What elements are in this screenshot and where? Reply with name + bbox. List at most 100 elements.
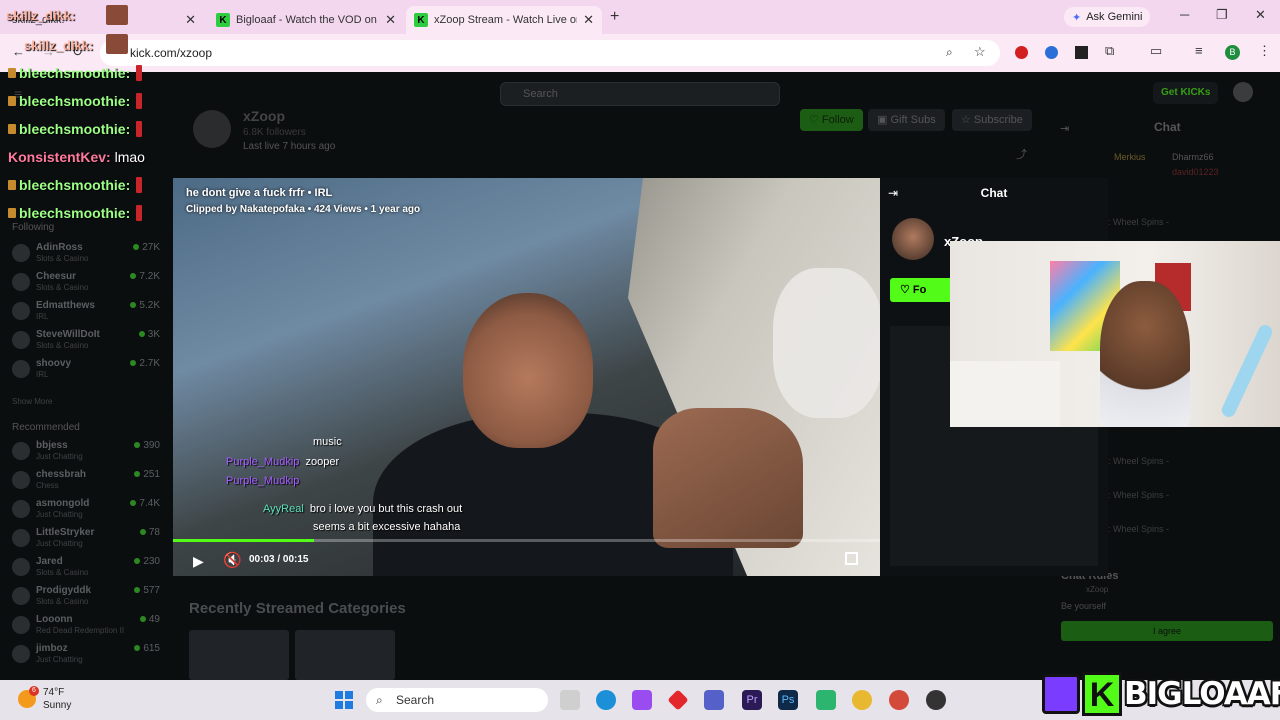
app-green-icon[interactable] [816, 690, 836, 710]
sidebar-channel[interactable]: Prodigyddk Slots & Casino 577 [12, 585, 160, 611]
channel-category: Slots & Casino [36, 254, 89, 263]
sidebar-channel[interactable]: Jared Slots & Casino 230 [12, 556, 160, 582]
sidebar-channel[interactable]: bbjess Just Chatting 390 [12, 440, 160, 466]
chat-message: : Wheel Spins - [1108, 524, 1170, 534]
play-icon[interactable]: ▶ [193, 553, 204, 570]
sidepanel-icon[interactable]: ▭ [1150, 43, 1162, 59]
browser-tab-bar: skillz_dikk: ✕ K Bigloaaf - Watch the VO… [0, 0, 1280, 34]
more-menu-icon[interactable]: ⋮ [1258, 43, 1271, 59]
clip-title: he dont give a fuck frfr • IRL [186, 187, 333, 199]
profile-avatar[interactable]: B [1225, 45, 1240, 60]
kick-favicon-icon: K [216, 13, 230, 27]
user-avatar[interactable] [1233, 82, 1253, 102]
page-chat-title: Chat [1154, 120, 1181, 134]
top-gifter: Merkius [1114, 152, 1146, 162]
category-thumbnail[interactable] [295, 630, 395, 680]
new-tab-button[interactable]: + [610, 8, 619, 26]
avatar [12, 616, 30, 634]
streamer-avatar[interactable] [892, 218, 934, 260]
sidebar-channel[interactable]: AdinRoss Slots & Casino 27K [12, 242, 160, 268]
bookmark-star-icon[interactable]: ☆ [974, 44, 986, 60]
close-window-button[interactable]: ✕ [1255, 7, 1266, 23]
channel-category: IRL [36, 312, 49, 321]
video-chat-message: Purple_Mudkip [226, 475, 300, 487]
maximize-button[interactable]: ❐ [1216, 7, 1228, 23]
sidebar-following-heading: Following [12, 222, 55, 233]
edge-icon[interactable] [596, 690, 616, 710]
streamer-branding: K BIGLOAAF [1040, 668, 1280, 720]
avatar [12, 500, 30, 518]
follow-label: Follow [821, 114, 854, 126]
clip-video-player[interactable]: he dont give a fuck frfr • IRL Clipped b… [173, 178, 880, 576]
search-input[interactable]: Search [500, 82, 780, 106]
extension-blue-icon[interactable] [1045, 46, 1058, 59]
channel-name: chessbrah [36, 469, 87, 480]
channel-category: Chess [36, 481, 59, 490]
collapse-chat-icon[interactable]: ⇥ [1060, 122, 1069, 135]
extension-dark-icon[interactable] [1075, 46, 1088, 59]
taskbar-search-label: Search [396, 693, 435, 707]
video-chat-message: Purple_Mudkip zooper [226, 456, 340, 468]
sidebar-channel[interactable]: chessbrah Chess 251 [12, 469, 160, 495]
viewer-count: 390 [134, 440, 160, 451]
copilot-icon[interactable] [632, 690, 652, 710]
premiere-icon[interactable]: Pr [742, 690, 762, 710]
app-red-icon[interactable] [667, 689, 689, 711]
sidebar-channel[interactable]: asmongold Just Chatting 7.4K [12, 498, 160, 524]
chrome-icon[interactable] [852, 690, 872, 710]
sidebar-channel[interactable]: Edmatthews IRL 5.2K [12, 300, 160, 326]
i-agree-button[interactable]: I agree [1061, 621, 1273, 641]
close-icon[interactable]: ✕ [583, 12, 594, 28]
extension-opera-icon[interactable] [1015, 46, 1028, 59]
sidebar-channel[interactable]: Looonn Red Dead Redemption II 49 [12, 614, 160, 640]
viewer-count: 7.4K [130, 498, 160, 509]
minimize-button[interactable]: ─ [1180, 7, 1189, 22]
get-kicks-button[interactable]: Get KICKs [1153, 82, 1219, 104]
channel-avatar[interactable] [193, 110, 231, 148]
show-more-link[interactable]: Show More [12, 397, 52, 406]
subscribe-button[interactable]: ☆ Subscribe [952, 109, 1032, 131]
follow-button[interactable]: ♡ Follow [800, 109, 863, 131]
address-bar[interactable]: kick.com/xzoop [100, 40, 1000, 66]
photoshop-icon[interactable]: Ps [778, 690, 798, 710]
gift-subs-button[interactable]: ▣ Gift Subs [868, 109, 945, 131]
brand-name: BIGLOAAF [1124, 676, 1280, 712]
sidebar-channel[interactable]: SteveWillDoIt Slots & Casino 3K [12, 329, 160, 355]
viewer-count: 3K [138, 329, 160, 340]
obs-icon[interactable] [926, 690, 946, 710]
tab-title: Bigloaaf - Watch the VOD on K [236, 14, 380, 26]
close-icon[interactable]: ✕ [385, 12, 396, 28]
channel-category: Slots & Casino [36, 597, 89, 606]
tab-title: xZoop Stream - Watch Live on K [434, 14, 578, 26]
twitch-logo-icon [1042, 674, 1080, 714]
task-view-icon[interactable] [560, 690, 580, 710]
extensions-puzzle-icon[interactable]: ⧉ [1105, 43, 1114, 59]
browser-tab-2[interactable]: K Bigloaaf - Watch the VOD on K ✕ [208, 6, 404, 34]
sidebar-channel[interactable]: Cheesur Slots & Casino 7.2K [12, 271, 160, 297]
taskbar-search[interactable]: ⌕ Search [366, 688, 548, 712]
share-icon[interactable]: ⤴ [1016, 146, 1027, 162]
sidebar-channel[interactable]: jimboz Just Chatting 615 [12, 643, 160, 669]
windows-start-icon[interactable] [335, 691, 353, 709]
channel-name[interactable]: xZoop [243, 108, 285, 124]
fullscreen-icon[interactable] [845, 552, 858, 565]
channel-name: SteveWillDoIt [36, 329, 100, 340]
video-progress-bar[interactable] [173, 539, 880, 542]
browser-tab-3[interactable]: K xZoop Stream - Watch Live on K ✕ [406, 6, 602, 34]
menu-list-icon[interactable]: ≡ [1195, 43, 1203, 58]
muted-speaker-icon[interactable]: 🔇 [223, 551, 242, 569]
sidebar-channel[interactable]: LittleStryker Just Chatting 78 [12, 527, 160, 553]
ask-gemini-button[interactable]: ✦ Ask Gemini [1064, 7, 1151, 27]
teams-icon[interactable] [704, 690, 724, 710]
channel-name: asmongold [36, 498, 90, 509]
zoom-icon[interactable]: ⌕ [946, 45, 953, 60]
avatar [12, 244, 30, 262]
video-scene-arm [653, 408, 803, 548]
sidebar-channel[interactable]: shoovy IRL 2.7K [12, 358, 160, 384]
gift-subs-label: Gift Subs [890, 114, 936, 126]
category-thumbnail[interactable] [189, 630, 289, 680]
close-icon[interactable]: ✕ [185, 12, 196, 28]
channel-category: Slots & Casino [36, 341, 89, 350]
viewer-count: 251 [134, 469, 160, 480]
chrome-icon[interactable] [889, 690, 909, 710]
